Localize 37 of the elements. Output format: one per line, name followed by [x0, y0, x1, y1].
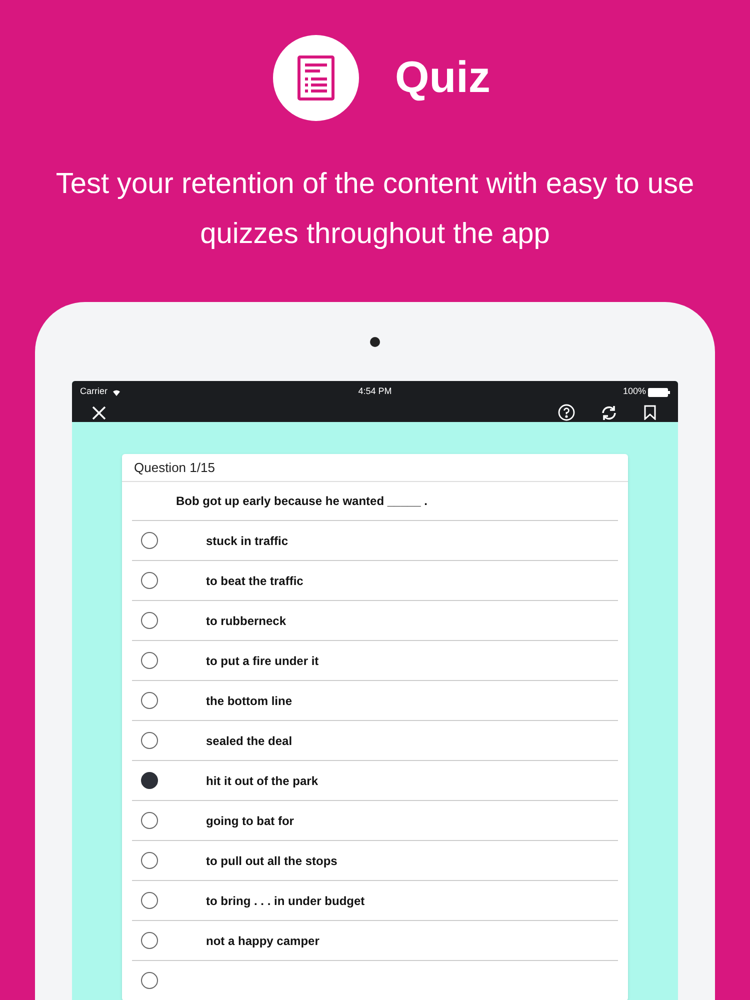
page-title: Quiz — [395, 52, 492, 104]
answer-option[interactable]: to pull out all the stops — [206, 852, 338, 870]
radio-button[interactable] — [141, 772, 158, 789]
radio-button[interactable] — [141, 572, 158, 589]
radio-button[interactable] — [141, 972, 158, 989]
radio-button[interactable] — [141, 892, 158, 909]
battery-label: 100% — [622, 385, 646, 398]
battery-icon — [648, 388, 670, 396]
close-icon[interactable] — [92, 406, 106, 420]
answer-option[interactable]: to put a fire under it — [206, 652, 319, 670]
radio-button[interactable] — [141, 612, 158, 629]
radio-button[interactable] — [141, 732, 158, 749]
answer-option[interactable]: to beat the traffic — [206, 572, 304, 590]
answer-option[interactable]: sealed the deal — [206, 732, 292, 750]
radio-button[interactable] — [141, 652, 158, 669]
clock-label: 4:54 PM — [357, 385, 393, 398]
bookmark-icon[interactable] — [644, 405, 656, 420]
answer-option[interactable]: to bring . . . in under budget — [206, 892, 365, 910]
answer-option[interactable]: the bottom line — [206, 692, 292, 710]
radio-button[interactable] — [141, 852, 158, 869]
answer-option[interactable]: hit it out of the park — [206, 772, 318, 790]
answer-option[interactable]: stuck in traffic — [206, 532, 288, 550]
radio-button[interactable] — [141, 812, 158, 829]
radio-button[interactable] — [141, 692, 158, 709]
refresh-icon[interactable] — [600, 404, 618, 420]
answer-option[interactable]: going to bat for — [206, 812, 294, 830]
question-counter: Question 1/15 — [122, 454, 628, 482]
answer-option[interactable]: to rubberneck — [206, 612, 286, 630]
question-text: Bob got up early because he wanted _____ . — [132, 482, 618, 521]
radio-button[interactable] — [141, 532, 158, 549]
wifi-icon — [112, 388, 121, 396]
carrier-label: Carrier — [80, 385, 108, 398]
answer-option[interactable]: not a happy camper — [206, 932, 320, 950]
page-subtitle: Test your retention of the content with easy to use quizzes throughout the app — [54, 167, 696, 252]
help-icon[interactable] — [558, 404, 575, 421]
camera-icon — [370, 337, 380, 347]
radio-button[interactable] — [141, 932, 158, 949]
